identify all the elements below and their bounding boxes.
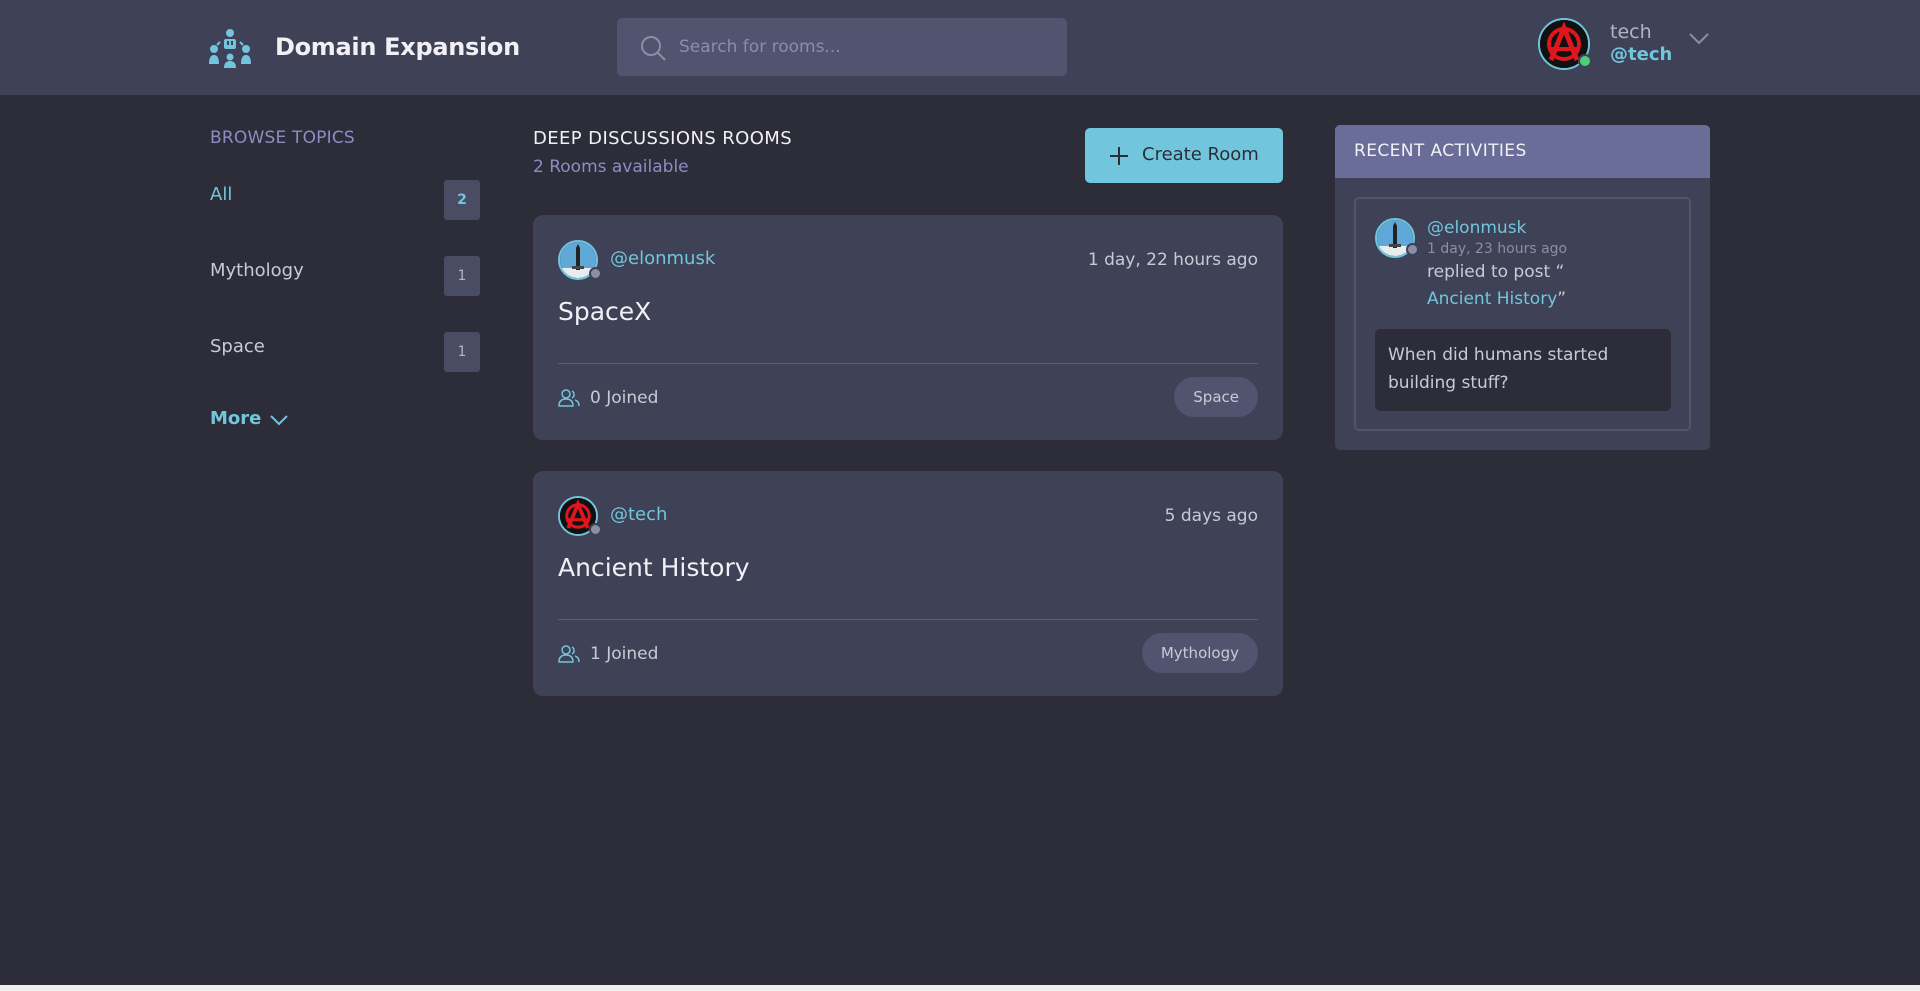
search-input[interactable] — [679, 18, 1049, 76]
more-topics-button[interactable]: More — [210, 408, 288, 429]
topic-tag[interactable]: Mythology — [1141, 633, 1258, 673]
room-title[interactable]: Ancient History — [558, 553, 750, 582]
chevron-down-icon[interactable] — [1688, 32, 1710, 46]
room-time: 5 days ago — [1164, 506, 1258, 526]
brand-name[interactable]: Domain Expansion — [275, 33, 520, 61]
room-card[interactable]: @elonmusk 1 day, 22 hours ago SpaceX 0 J… — [533, 215, 1283, 440]
room-time: 1 day, 22 hours ago — [1087, 250, 1258, 270]
activity-avatar[interactable] — [1375, 218, 1419, 258]
offline-status-dot — [589, 267, 602, 280]
users-icon — [558, 389, 580, 407]
topic-space[interactable]: Space 1 — [210, 332, 480, 372]
users-icon — [558, 645, 580, 663]
rooms-count: 2 Rooms available — [533, 157, 689, 177]
bottom-strip — [0, 985, 1920, 991]
create-room-label: Create Room — [1142, 144, 1259, 165]
post-link-text[interactable]: Ancient History — [1427, 289, 1557, 309]
topic-all[interactable]: All 2 — [210, 180, 480, 220]
user-name: tech — [1610, 21, 1652, 43]
divider — [558, 619, 1258, 620]
joined-count: 0 Joined — [590, 388, 659, 408]
search-icon — [641, 36, 666, 61]
host-handle[interactable]: @tech — [610, 504, 667, 525]
host-avatar[interactable] — [558, 240, 602, 280]
closing-quote: ” — [1557, 289, 1567, 309]
user-menu[interactable]: tech @tech — [1538, 18, 1716, 74]
top-header: Domain Expansion tech @tech — [0, 0, 1920, 95]
offline-status-dot — [1406, 243, 1419, 256]
more-label: More — [210, 408, 262, 429]
joined-count: 1 Joined — [590, 644, 659, 664]
divider — [558, 363, 1258, 364]
activity-post-link[interactable]: Ancient History” — [1427, 289, 1566, 309]
activity-reply-text: When did humans started building stuff? — [1375, 329, 1671, 411]
activity-time: 1 day, 23 hours ago — [1427, 241, 1568, 257]
activity-item: @elonmusk 1 day, 23 hours ago replied to… — [1354, 197, 1691, 431]
host-handle[interactable]: @elonmusk — [610, 248, 715, 269]
user-handle: @tech — [1610, 44, 1673, 65]
activity-handle[interactable]: @elonmusk — [1427, 218, 1526, 238]
search-bar[interactable] — [617, 18, 1067, 76]
online-status-dot — [1578, 54, 1592, 68]
topic-count-badge: 1 — [444, 332, 480, 372]
recent-activities-panel: RECENT ACTIVITIES @elonmusk 1 day, 23 ho… — [1335, 125, 1710, 450]
logo-icon[interactable] — [208, 28, 252, 68]
browse-topics-title: BROWSE TOPICS — [210, 128, 355, 148]
chevron-down-icon — [270, 415, 288, 426]
create-room-button[interactable]: Create Room — [1085, 128, 1283, 183]
topic-count-badge: 1 — [444, 256, 480, 296]
activity-text: replied to post “ — [1427, 262, 1565, 282]
topic-label: Space — [210, 336, 265, 357]
user-avatar[interactable] — [1538, 18, 1592, 70]
recent-activities-title: RECENT ACTIVITIES — [1335, 125, 1710, 178]
topic-count-badge: 2 — [444, 180, 480, 220]
offline-status-dot — [589, 523, 602, 536]
topic-tag[interactable]: Space — [1174, 377, 1258, 417]
topic-mythology[interactable]: Mythology 1 — [210, 256, 480, 296]
host-avatar[interactable] — [558, 496, 602, 536]
topic-label: Mythology — [210, 260, 304, 281]
plus-icon — [1110, 147, 1128, 165]
room-title[interactable]: SpaceX — [558, 297, 651, 326]
room-card[interactable]: @tech 5 days ago Ancient History 1 Joine… — [533, 471, 1283, 696]
rooms-heading: DEEP DISCUSSIONS ROOMS — [533, 128, 793, 149]
topic-label: All — [210, 184, 233, 205]
